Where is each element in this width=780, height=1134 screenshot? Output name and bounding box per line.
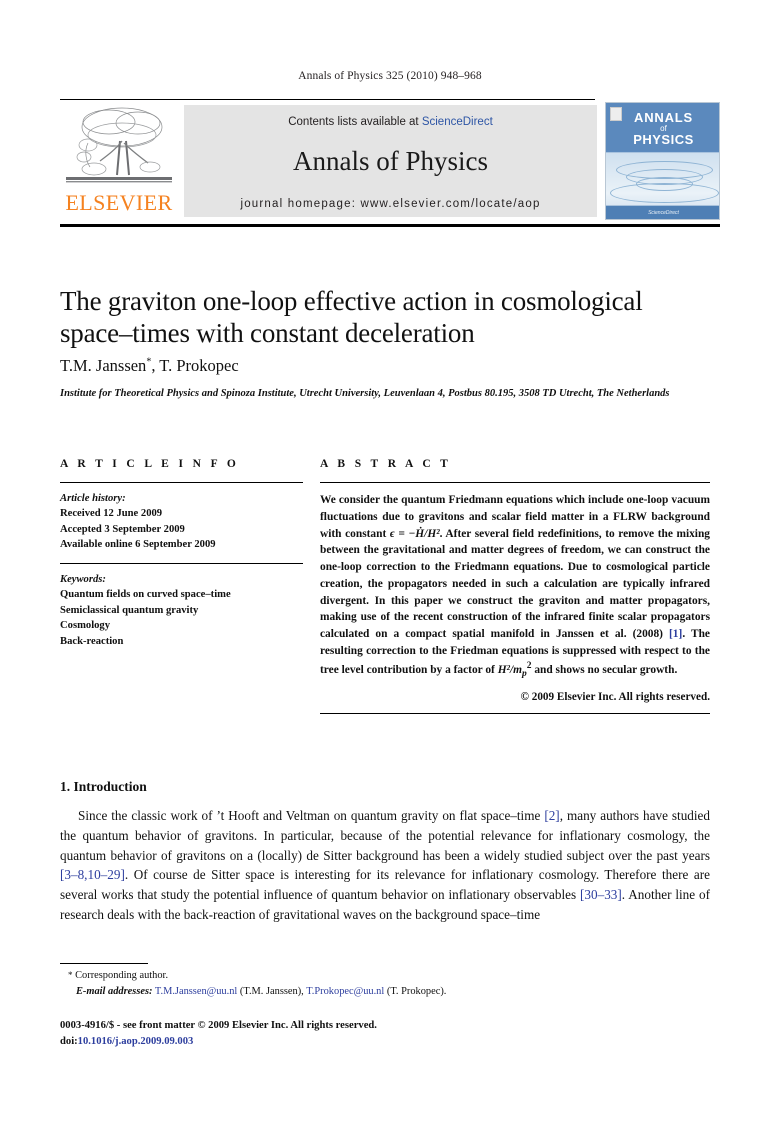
keyword-item: Semiclassical quantum gravity (60, 604, 199, 616)
abstract-heading: A B S T R A C T (320, 458, 452, 470)
email-addresses-label: E-mail addresses: (76, 985, 153, 997)
article-info-column: A R T I C L E I N F O Article history: R… (60, 458, 303, 649)
history-available-online: Available online 6 September 2009 (60, 539, 216, 551)
elsevier-wordmark: ELSEVIER (65, 190, 173, 215)
abstract-citation-1[interactable]: [1] (669, 628, 682, 640)
keyword-item: Cosmology (60, 620, 111, 632)
article-info-rule-mid (60, 562, 303, 564)
cover-wave-icon (610, 183, 719, 203)
corresponding-author-note: * Corresponding author. (60, 968, 710, 984)
contents-lists-line: Contents lists available at ScienceDirec… (184, 116, 597, 128)
abstract-part-2: . After several field redefinitions, to … (320, 527, 711, 641)
author-list: T.M. Janssen*, T. Prokopec (60, 356, 700, 376)
article-info-heading: A R T I C L E I N F O (60, 458, 240, 470)
email-owner-janssen: (T.M. Janssen), (237, 985, 307, 997)
journal-cover-thumbnail: ANNALS of PHYSICS ScienceDirect (605, 102, 720, 220)
doi-label: doi: (60, 1035, 78, 1047)
masthead-bottom-rule (60, 224, 720, 227)
article-info-rule-top (60, 482, 303, 483)
issn-front-matter-line: 0003-4916/$ - see front matter © 2009 El… (60, 1020, 377, 1031)
journal-title: Annals of Physics (293, 146, 488, 176)
abstract-rule-top (320, 482, 710, 483)
history-received: Received 12 June 2009 (60, 508, 163, 520)
doi-link[interactable]: 10.1016/j.aop.2009.09.003 (78, 1036, 194, 1047)
elsevier-tree-icon (64, 105, 174, 189)
intro-citation-30-33[interactable]: [30–33] (580, 887, 622, 902)
author-secondary: , T. Prokopec (151, 356, 239, 375)
cover-title-line1: ANNALS (634, 110, 693, 125)
cover-title-line3: PHYSICS (633, 132, 694, 148)
introduction-paragraph: Since the classic work of ’t Hooft and V… (60, 806, 710, 925)
article-page: Annals of Physics 325 (2010) 948–968 ELS… (0, 0, 780, 1134)
journal-homepage[interactable]: journal homepage: www.elsevier.com/locat… (184, 198, 597, 210)
journal-masthead: ELSEVIER Contents lists available at Sci… (60, 99, 720, 227)
intro-text-a: Since the classic work of ’t Hooft and V… (78, 808, 545, 823)
email-addresses-line: E-mail addresses: T.M.Janssen@uu.nl (T.M… (60, 984, 710, 1000)
keywords-block: Keywords: Quantum fields on curved space… (60, 572, 303, 649)
abstract-copyright: © 2009 Elsevier Inc. All rights reserved… (520, 690, 710, 703)
footnote-rule (60, 963, 148, 964)
keyword-item: Quantum fields on curved space–time (60, 589, 231, 601)
author-primary: T.M. Janssen (60, 356, 147, 375)
article-history-label: Article history: (60, 493, 126, 504)
email-link-janssen[interactable]: T.M.Janssen@uu.nl (155, 986, 237, 997)
page-title: The graviton one-loop effective action i… (60, 286, 643, 348)
abstract-epsilon-formula: ϵ = −Ḣ/H² (389, 527, 440, 540)
contents-prefix: Contents lists available at (288, 116, 422, 128)
cover-title: ANNALS of PHYSICS (606, 110, 719, 148)
history-accepted: Accepted 3 September 2009 (60, 523, 185, 535)
email-owner-prokopec: (T. Prokopec). (384, 985, 447, 997)
doi-line: doi:10.1016/j.aop.2009.09.003 (60, 1034, 710, 1050)
abstract-column: A B S T R A C T We consider the quantum … (320, 458, 710, 714)
intro-citation-2[interactable]: [2] (544, 808, 559, 823)
keywords-label: Keywords: (60, 573, 106, 585)
sciencedirect-link[interactable]: ScienceDirect (422, 116, 493, 128)
abstract-part-4: and shows no secular growth. (531, 663, 678, 676)
footnote-block: * Corresponding author. E-mail addresses… (60, 968, 710, 999)
elsevier-logo: ELSEVIER (60, 105, 178, 217)
sciencedirect-panel: Contents lists available at ScienceDirec… (184, 105, 597, 217)
footnote-star-marker: * (68, 970, 73, 980)
cover-footer-mark: ScienceDirect (648, 210, 679, 216)
keyword-item: Back-reaction (60, 635, 124, 647)
corresponding-author-text: Corresponding author. (75, 970, 169, 981)
issn-copyright-block: 0003-4916/$ - see front matter © 2009 El… (60, 1018, 710, 1050)
abstract-rule-bottom (320, 712, 710, 714)
affiliation: Institute for Theoretical Physics and Sp… (60, 388, 670, 399)
tree-icon (66, 107, 172, 183)
section-heading-introduction: 1. Introduction (60, 779, 147, 794)
running-head: Annals of Physics 325 (2010) 948–968 (298, 70, 482, 82)
abstract-text: We consider the quantum Friedmann equati… (320, 492, 710, 682)
abstract-ratio-formula: H²/m (497, 663, 522, 676)
email-link-prokopec[interactable]: T.Prokopec@uu.nl (306, 986, 384, 997)
intro-citation-3-29[interactable]: [3–8,10–29] (60, 867, 125, 882)
article-history-block: Article history: Received 12 June 2009 A… (60, 491, 303, 553)
